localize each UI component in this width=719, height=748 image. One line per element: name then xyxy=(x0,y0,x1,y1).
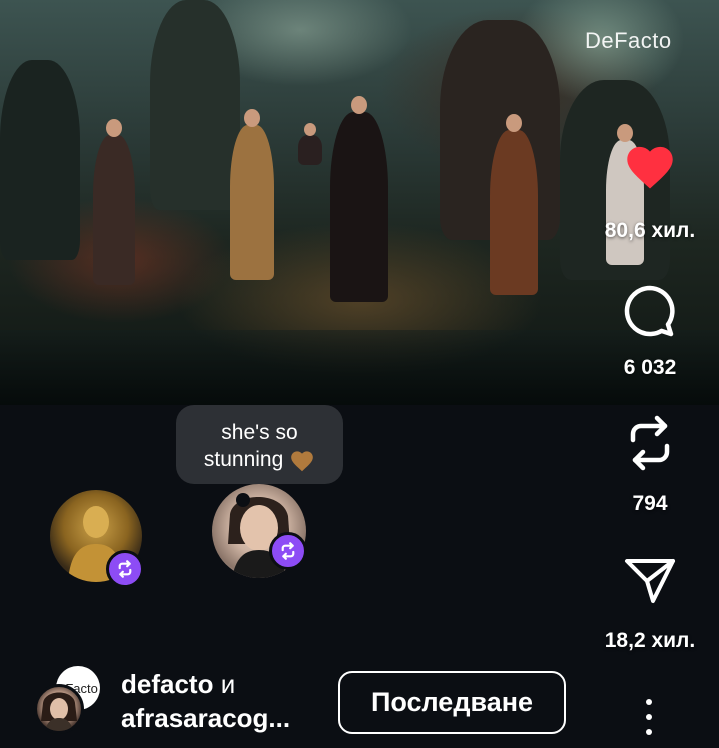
more-dot-icon xyxy=(646,699,652,705)
repost-button[interactable] xyxy=(600,414,700,474)
repost-badge xyxy=(269,532,307,570)
repost-icon xyxy=(118,560,132,578)
repost-badge xyxy=(106,550,144,588)
author-avatar-afra[interactable] xyxy=(34,684,84,734)
like-count: 80,6 хил. xyxy=(604,219,696,242)
comment-count: 6 032 xyxy=(623,356,677,379)
story-dot xyxy=(236,493,250,507)
author-secondary[interactable]: afrasaracog... xyxy=(121,701,290,735)
model-figure xyxy=(230,109,274,280)
model-figure xyxy=(490,114,538,295)
tree-trunk xyxy=(150,0,240,210)
author-conjunction: и xyxy=(213,669,236,699)
more-dot-icon xyxy=(646,729,652,735)
send-icon xyxy=(625,559,675,603)
like-button[interactable] xyxy=(600,140,700,200)
heart-icon xyxy=(627,146,673,189)
share-button[interactable] xyxy=(600,557,700,607)
share-count: 18,2 хил. xyxy=(604,629,696,652)
brown-heart-icon xyxy=(291,451,313,472)
repost-count: 794 xyxy=(632,492,668,515)
author-names[interactable]: defacto и afrasaracog... xyxy=(121,667,290,735)
comment-bubble-icon xyxy=(624,285,675,337)
model-figure xyxy=(330,96,388,302)
woman-portrait-icon xyxy=(41,692,77,731)
follow-button[interactable]: Последване xyxy=(338,671,566,734)
comment-text-line1: she's so xyxy=(221,421,298,444)
more-options-button[interactable] xyxy=(632,695,666,739)
model-figure xyxy=(93,119,135,285)
repost-icon xyxy=(630,415,670,471)
tree-trunk xyxy=(0,60,80,260)
repost-icon xyxy=(281,542,295,560)
brand-watermark: DeFacto xyxy=(585,28,672,53)
author-primary[interactable]: defacto xyxy=(121,669,213,699)
more-dot-icon xyxy=(646,714,652,720)
comment-bubble[interactable]: she's so stunning xyxy=(176,405,343,484)
reel-video[interactable]: DeFacto xyxy=(0,0,719,405)
model-figure xyxy=(298,123,322,165)
comment-text-line2-text: stunning xyxy=(203,448,284,471)
comment-button[interactable] xyxy=(600,283,700,343)
comment-text-line2: stunning xyxy=(176,446,343,473)
